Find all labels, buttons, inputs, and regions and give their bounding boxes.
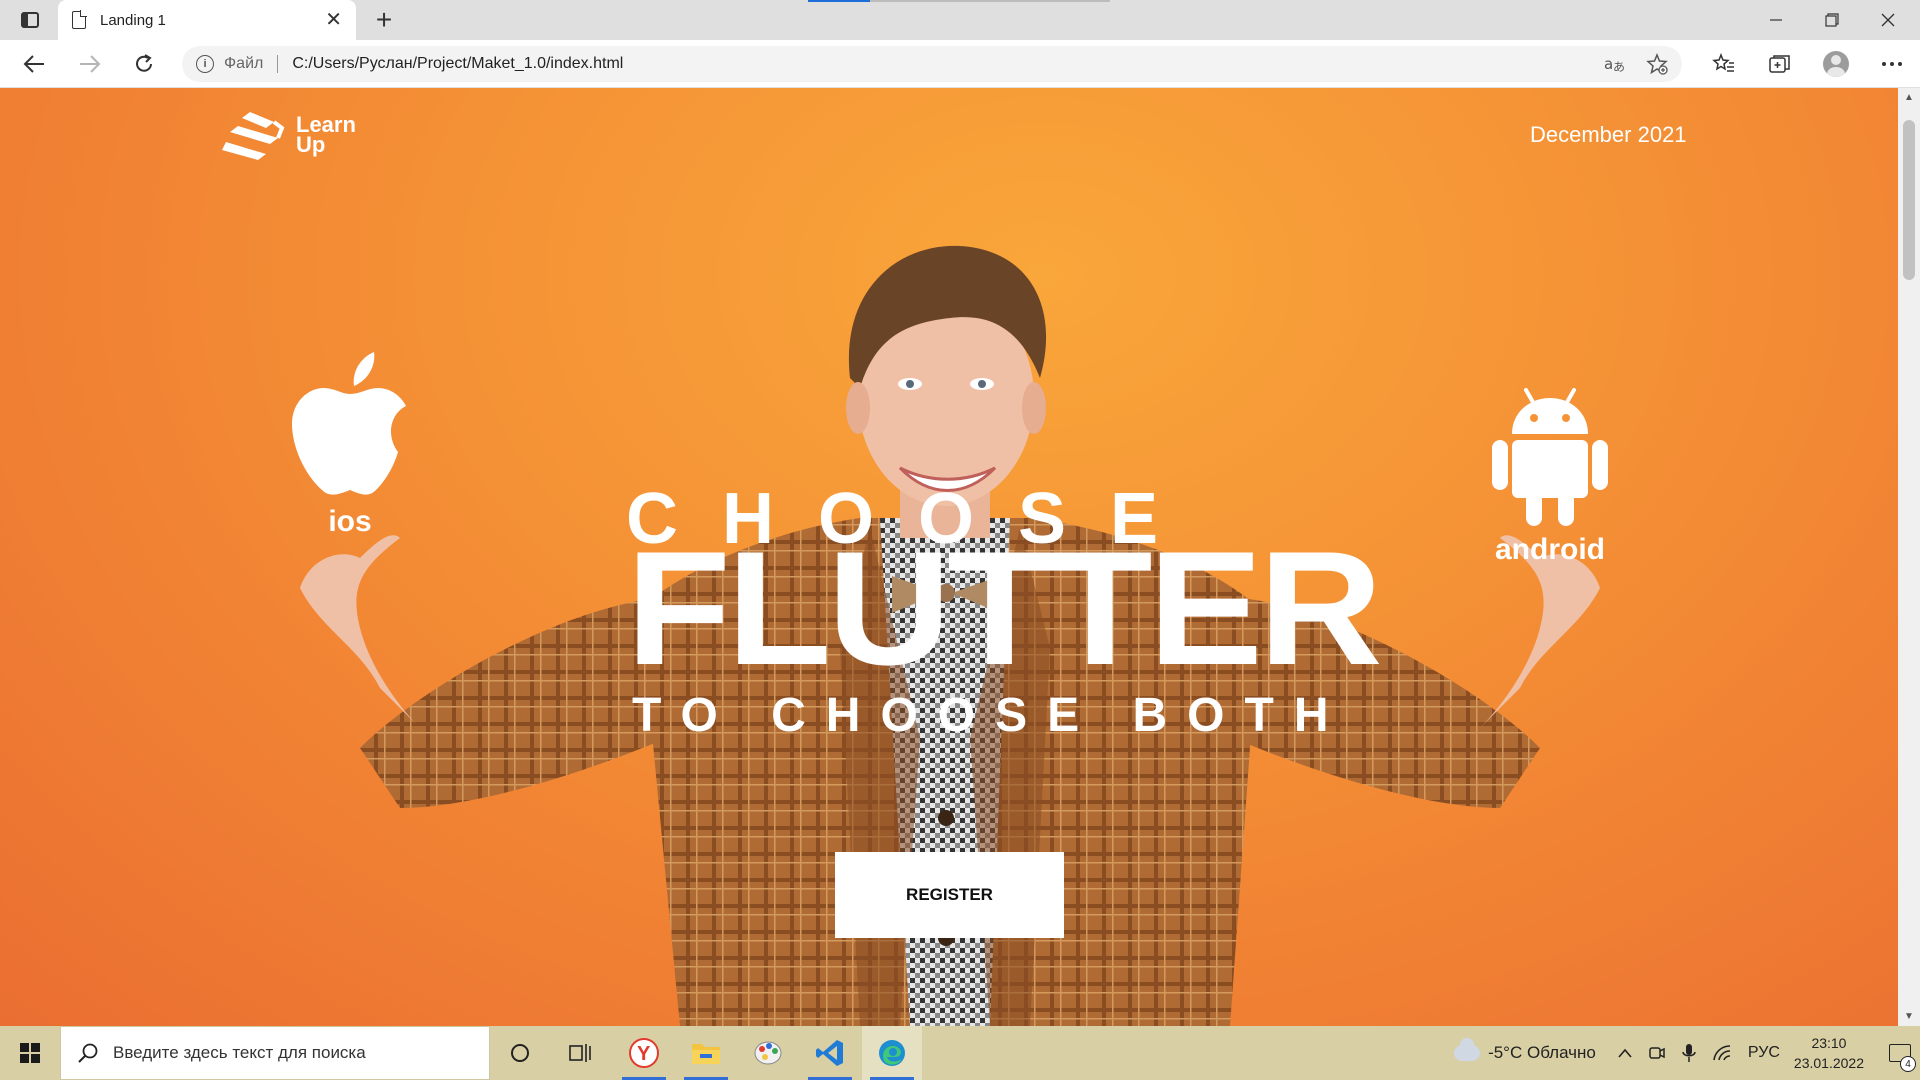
clock[interactable]: 23:10 23.01.2022 xyxy=(1794,1033,1864,1073)
favorites-button[interactable] xyxy=(1706,48,1742,80)
collections-icon xyxy=(1769,55,1790,73)
restore-button[interactable] xyxy=(1804,0,1860,40)
apple-icon xyxy=(292,352,406,495)
settings-menu-button[interactable] xyxy=(1874,48,1910,80)
notification-count: 4 xyxy=(1900,1056,1916,1072)
edge-icon xyxy=(879,1040,905,1066)
arrow-right-icon xyxy=(80,55,101,73)
windows-logo-icon xyxy=(20,1043,40,1063)
edge-app[interactable] xyxy=(862,1026,922,1080)
refresh-button[interactable] xyxy=(126,48,162,80)
forward-button[interactable] xyxy=(72,48,108,80)
tab-actions-icon xyxy=(21,12,39,28)
logo-text: Learn Up xyxy=(296,114,356,157)
more-icon xyxy=(1882,62,1902,66)
start-button[interactable] xyxy=(0,1026,60,1080)
yandex-browser-app[interactable]: Y xyxy=(614,1026,674,1080)
tab-title: Landing 1 xyxy=(100,11,166,29)
clock-date: 23.01.2022 xyxy=(1793,1055,1864,1071)
task-view-button[interactable] xyxy=(550,1026,610,1080)
scroll-thumb[interactable] xyxy=(1903,120,1915,280)
close-icon xyxy=(1881,13,1895,27)
scroll-up-icon[interactable]: ▲ xyxy=(1904,92,1914,103)
chevron-up-icon[interactable] xyxy=(1618,1048,1632,1058)
file-explorer-app[interactable] xyxy=(676,1026,736,1080)
clock-time: 23:10 xyxy=(1811,1035,1847,1051)
url-separator xyxy=(277,55,279,73)
task-view-icon xyxy=(569,1044,591,1062)
scroll-down-icon[interactable]: ▼ xyxy=(1904,1011,1914,1022)
vscode-icon xyxy=(816,1040,843,1066)
meet-now-icon[interactable] xyxy=(1648,1044,1666,1062)
ios-badge: ios xyxy=(290,350,410,539)
favorites-icon xyxy=(1712,53,1734,72)
system-tray: -5°C Облачно РУС 23:10 23.01.2022 4 xyxy=(1454,1026,1920,1080)
tab-bar: Landing 1 ✕ + xyxy=(0,0,1920,40)
cortana-button[interactable] xyxy=(490,1026,550,1080)
ios-label: ios xyxy=(328,505,372,538)
scheme-label: Файл xyxy=(224,55,264,72)
headline-subtitle: TO CHOOSE BOTH xyxy=(632,689,1349,742)
android-badge: android xyxy=(1480,384,1620,567)
svg-text:Y: Y xyxy=(637,1043,651,1065)
collections-button[interactable] xyxy=(1762,48,1798,80)
page-viewport: Learn Up December 2021 ios android CHOOS… xyxy=(0,88,1920,1026)
taskbar-search[interactable]: Введите здесь текст для поиска xyxy=(60,1026,490,1080)
cloud-icon xyxy=(1454,1038,1481,1061)
page-scrollbar[interactable]: ▲ ▼ xyxy=(1898,88,1920,1026)
notifications-button[interactable]: 4 xyxy=(1880,1026,1920,1080)
refresh-icon xyxy=(136,54,152,72)
vscode-app[interactable] xyxy=(800,1026,860,1080)
folder-icon xyxy=(692,1044,720,1064)
paint-app[interactable] xyxy=(738,1026,798,1080)
weather-text: -5°C Облачно xyxy=(1488,1043,1596,1062)
event-date: December 2021 xyxy=(1530,122,1687,147)
url-text[interactable]: C:/Users/Руслан/Project/Maket_1.0/index.… xyxy=(292,55,623,73)
weather-widget[interactable]: -5°C Облачно xyxy=(1454,1038,1596,1063)
yandex-icon: Y xyxy=(629,1038,659,1068)
minimize-icon xyxy=(1770,19,1782,21)
browser-tab[interactable]: Landing 1 ✕ xyxy=(58,0,356,40)
address-bar[interactable]: i Файл C:/Users/Руслан/Project/Maket_1.0… xyxy=(182,46,1682,82)
svg-text:a: a xyxy=(1604,55,1613,73)
info-icon[interactable]: i xyxy=(196,55,214,73)
android-label: android xyxy=(1495,533,1605,566)
minimize-button[interactable] xyxy=(1748,0,1804,40)
cortana-icon xyxy=(511,1044,529,1062)
wifi-icon[interactable] xyxy=(1712,1044,1732,1062)
page-icon xyxy=(72,10,87,29)
hero-section: Learn Up December 2021 ios android CHOOS… xyxy=(0,88,1898,1026)
profile-button[interactable] xyxy=(1818,48,1854,80)
loading-indicator xyxy=(808,0,870,2)
svg-text:あ: あ xyxy=(1613,60,1625,73)
address-toolbar: i Файл C:/Users/Руслан/Project/Maket_1.0… xyxy=(0,40,1920,88)
learnup-logo[interactable]: Learn Up xyxy=(222,108,356,162)
headline-flutter: FLUTTER xyxy=(626,518,1383,699)
add-favorite-icon[interactable] xyxy=(1646,53,1668,75)
register-button[interactable]: REGISTER xyxy=(835,852,1064,938)
language-indicator[interactable]: РУС xyxy=(1748,1044,1780,1062)
search-icon xyxy=(78,1043,98,1063)
logo-mark-icon xyxy=(222,112,285,160)
new-tab-button[interactable]: + xyxy=(368,4,400,36)
back-button[interactable] xyxy=(16,48,52,80)
windows-taskbar: Введите здесь текст для поиска Y -5°C Об… xyxy=(0,1026,1920,1080)
arrow-left-icon xyxy=(23,55,44,73)
loading-track xyxy=(870,0,1110,2)
search-placeholder: Введите здесь текст для поиска xyxy=(113,1043,366,1062)
paint-icon xyxy=(754,1041,782,1065)
android-icon xyxy=(1492,388,1608,526)
avatar xyxy=(1823,51,1849,77)
tab-actions-button[interactable] xyxy=(10,6,50,34)
restore-icon xyxy=(1825,13,1839,27)
tab-close-icon[interactable]: ✕ xyxy=(325,10,342,30)
microphone-icon[interactable] xyxy=(1682,1043,1696,1063)
logo-line-up: Up xyxy=(296,132,326,157)
translate-icon[interactable]: aあ xyxy=(1604,55,1626,73)
close-window-button[interactable] xyxy=(1860,0,1916,40)
